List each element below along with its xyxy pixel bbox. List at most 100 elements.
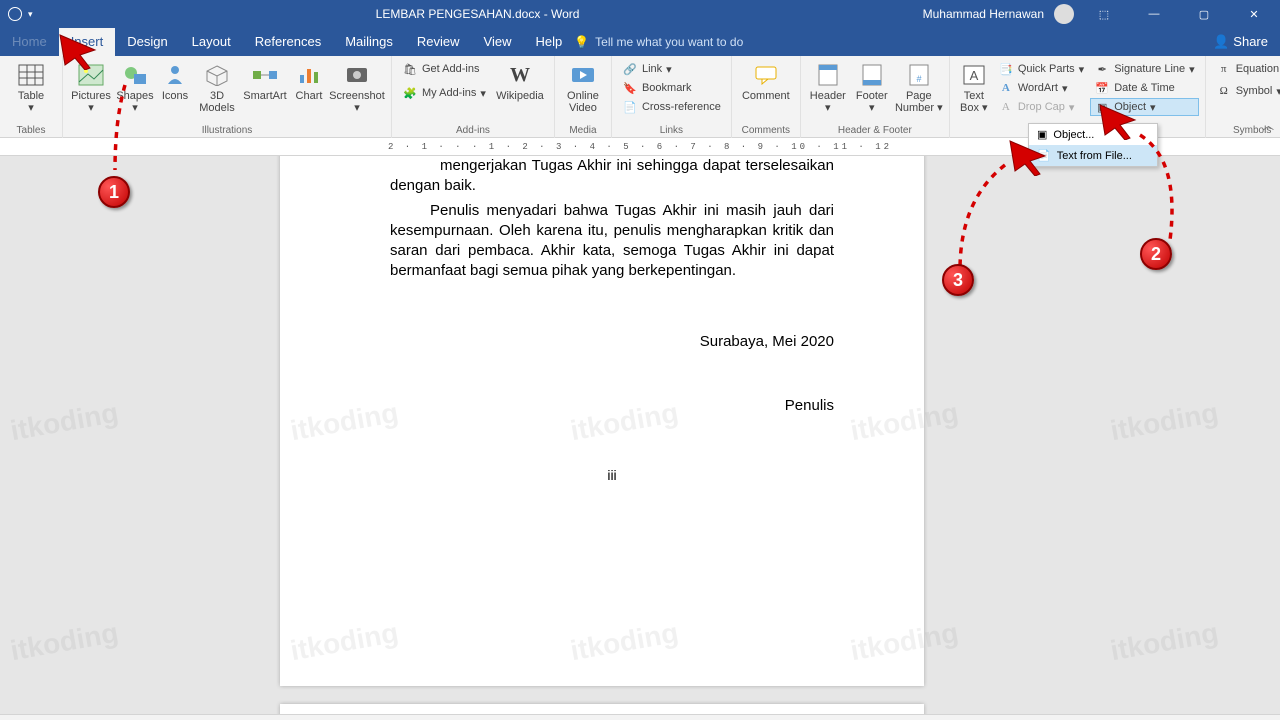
addins-icon: 🧩: [402, 85, 418, 101]
group-tables-label: Tables: [6, 125, 56, 138]
object-button[interactable]: ▣Object ▾: [1090, 98, 1198, 116]
page-number-button[interactable]: #Page Number ▾: [895, 60, 943, 114]
date-time-button[interactable]: 📅Date & Time: [1090, 79, 1198, 97]
quick-parts-label: Quick Parts: [1018, 63, 1075, 75]
my-addins-label: My Add-ins: [422, 87, 476, 99]
menu-item-text-from-file[interactable]: 📄Text from File...: [1029, 145, 1157, 166]
tab-references[interactable]: References: [243, 28, 333, 56]
comment-label: Comment: [742, 90, 790, 102]
table-label: Table: [18, 90, 44, 102]
comment-icon: [751, 62, 781, 88]
date-icon: 📅: [1094, 80, 1110, 96]
bookmark-button[interactable]: 🔖Bookmark: [618, 79, 725, 97]
page-number-label: Page Number: [895, 90, 934, 114]
screenshot-label: Screenshot: [329, 90, 385, 102]
wikipedia-button[interactable]: WWikipedia: [492, 60, 548, 102]
drop-cap-label: Drop Cap: [1018, 101, 1065, 113]
drop-cap-button: ADrop Cap ▾: [994, 98, 1088, 116]
share-button[interactable]: 👤 Share: [1201, 28, 1280, 56]
avatar[interactable]: [1054, 4, 1074, 24]
table-button[interactable]: Table▾: [6, 60, 56, 114]
autosave-icon[interactable]: [8, 7, 22, 21]
get-addins-label: Get Add-ins: [422, 63, 479, 75]
pictures-icon: [76, 62, 106, 88]
collapse-ribbon-icon[interactable]: ︿: [1263, 117, 1274, 133]
tell-me[interactable]: 💡 Tell me what you want to do: [574, 35, 743, 49]
symbol-icon: Ω: [1216, 83, 1232, 99]
pictures-label: Pictures: [71, 90, 111, 102]
chart-button[interactable]: Chart: [291, 60, 327, 102]
menu-item-object[interactable]: ▣Object...: [1029, 124, 1157, 145]
smartart-button[interactable]: SmartArt: [241, 60, 289, 102]
group-links-label: Links: [618, 125, 725, 138]
group-comments: Comment Comments: [732, 56, 801, 138]
pagenum-icon: #: [904, 62, 934, 88]
tab-layout[interactable]: Layout: [180, 28, 243, 56]
link-button[interactable]: 🔗Link ▾: [618, 60, 725, 78]
tab-help[interactable]: Help: [523, 28, 574, 56]
maximize-button[interactable]: ▢: [1184, 0, 1224, 28]
object-item-icon: ▣: [1037, 128, 1047, 141]
icons-label: Icons: [162, 90, 188, 102]
tab-view[interactable]: View: [472, 28, 524, 56]
header-button[interactable]: Header▾: [807, 60, 849, 114]
equation-button[interactable]: πEquation ▾: [1212, 60, 1280, 78]
text-box-label: Text Box: [960, 90, 984, 114]
signature-line-button[interactable]: ✒Signature Line ▾: [1090, 60, 1198, 78]
shapes-button[interactable]: Shapes▾: [115, 60, 155, 114]
footer-button[interactable]: Footer▾: [851, 60, 893, 114]
footer-label: Footer: [856, 90, 888, 102]
symbol-label: Symbol: [1236, 85, 1273, 97]
online-video-button[interactable]: Online Video: [561, 60, 605, 114]
group-header-footer-label: Header & Footer: [807, 125, 943, 138]
icons-button[interactable]: Icons: [157, 60, 193, 102]
wordart-button[interactable]: AWordArt ▾: [994, 79, 1088, 97]
quick-parts-button[interactable]: 📑Quick Parts ▾: [994, 60, 1088, 78]
xref-icon: 📄: [622, 99, 638, 115]
window-title: LEMBAR PENGESAHAN.docx - Word: [33, 7, 923, 21]
tab-design[interactable]: Design: [115, 28, 179, 56]
group-tables: Table▾ Tables: [0, 56, 63, 138]
video-icon: [568, 62, 598, 88]
3dmodels-label: 3D Models: [199, 90, 234, 114]
my-addins-button[interactable]: 🧩My Add-ins ▾: [398, 84, 490, 102]
comment-button[interactable]: Comment: [738, 60, 794, 102]
user-name[interactable]: Muhammad Hernawan: [923, 7, 1044, 21]
watermark: itkoding: [8, 397, 121, 447]
share-icon: 👤: [1213, 28, 1229, 56]
tab-insert[interactable]: Insert: [59, 28, 116, 56]
get-addins-button[interactable]: 🛍Get Add-ins: [398, 60, 490, 78]
object-icon: ▣: [1094, 99, 1110, 115]
3dmodels-button[interactable]: 3D Models: [195, 60, 239, 114]
ribbon-display-icon[interactable]: ⬚: [1084, 0, 1124, 28]
shapes-label: Shapes: [116, 90, 153, 102]
tab-home[interactable]: Home: [0, 28, 59, 56]
text-box-button[interactable]: AText Box ▾: [956, 60, 992, 114]
equation-icon: π: [1216, 61, 1232, 77]
status-bar: [0, 714, 1280, 720]
group-illustrations: Pictures▾ Shapes▾ Icons 3D Models SmartA…: [63, 56, 392, 138]
screenshot-button[interactable]: Screenshot▾: [329, 60, 385, 114]
tab-mailings[interactable]: Mailings: [333, 28, 405, 56]
screenshot-icon: [342, 62, 372, 88]
page-1: mengerjakan Tugas Akhir ini sehingga dap…: [280, 156, 924, 686]
cross-reference-label: Cross-reference: [642, 101, 721, 113]
cross-reference-button[interactable]: 📄 Cross-reference: [618, 98, 725, 116]
doc-paragraph-2: Penulis menyadari bahwa Tugas Akhir ini …: [390, 201, 834, 282]
doc-line-1: mengerjakan Tugas Akhir ini sehingga dap…: [390, 156, 834, 197]
group-addins: 🛍Get Add-ins 🧩My Add-ins ▾ WWikipedia Ad…: [392, 56, 555, 138]
wikipedia-label: Wikipedia: [496, 90, 544, 102]
symbol-button[interactable]: ΩSymbol ▾: [1212, 82, 1280, 100]
wordart-icon: A: [998, 80, 1014, 96]
header-label: Header: [810, 90, 846, 102]
close-button[interactable]: ✕: [1234, 0, 1274, 28]
equation-label: Equation: [1236, 63, 1279, 75]
document-area[interactable]: mengerjakan Tugas Akhir ini sehingga dap…: [0, 156, 1280, 716]
tab-review[interactable]: Review: [405, 28, 472, 56]
chart-label: Chart: [296, 90, 323, 102]
smartart-label: SmartArt: [243, 90, 286, 102]
minimize-button[interactable]: —: [1134, 0, 1174, 28]
pictures-button[interactable]: Pictures▾: [69, 60, 113, 114]
group-comments-label: Comments: [738, 125, 794, 138]
link-icon: 🔗: [622, 61, 638, 77]
